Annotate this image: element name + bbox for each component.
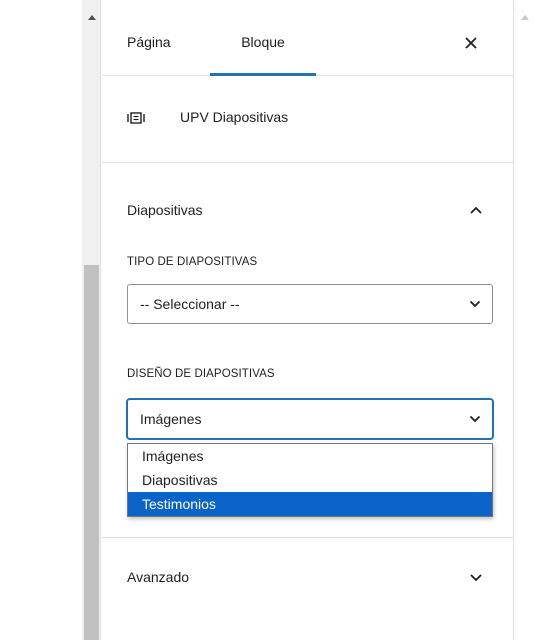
close-icon [465, 37, 477, 49]
chevron-down-icon [468, 297, 482, 311]
slides-design-dropdown: Imágenes Diapositivas Testimonios [127, 443, 493, 517]
chevron-down-icon [466, 567, 486, 587]
advanced-panel-toggle[interactable]: Avanzado [102, 539, 514, 619]
chevron-down-icon [468, 412, 482, 426]
editor-canvas-edge [0, 0, 82, 640]
tab-block[interactable]: Bloque [210, 9, 316, 75]
slides-icon [127, 109, 145, 127]
slides-panel: Diapositivas TIPO DE DIAPOSITIVAS -- Sel… [102, 163, 514, 538]
scroll-up-arrow-icon[interactable] [82, 10, 101, 24]
slides-type-select[interactable]: -- Seleccionar -- [127, 284, 493, 324]
scroll-up-arrow-icon[interactable] [515, 10, 534, 24]
dropdown-option-slides[interactable]: Diapositivas [128, 468, 492, 492]
sidebar-scrollbar[interactable] [515, 0, 534, 640]
block-title: UPV Diapositivas [180, 109, 289, 125]
slides-type-label: TIPO DE DIAPOSITIVAS [127, 256, 258, 268]
advanced-panel-title: Avanzado [127, 569, 190, 585]
block-card: UPV Diapositivas [102, 76, 514, 163]
slides-design-label: DISEÑO DE DIAPOSITIVAS [127, 368, 275, 380]
slides-design-select[interactable]: Imágenes [127, 399, 493, 439]
dropdown-option-images[interactable]: Imágenes [128, 444, 492, 468]
sidebar-tabs: Página Bloque [102, 9, 514, 76]
slides-type-value: -- Seleccionar -- [140, 296, 240, 312]
slides-design-value: Imágenes [140, 411, 202, 427]
slides-panel-toggle[interactable]: Diapositivas [102, 163, 514, 255]
canvas-scrollbar[interactable] [82, 0, 101, 640]
tab-page[interactable]: Página [127, 9, 195, 75]
slides-panel-title: Diapositivas [127, 202, 203, 218]
settings-sidebar: Página Bloque UPV Diapositivas Diapositi… [102, 0, 514, 640]
dropdown-option-testimonials[interactable]: Testimonios [128, 492, 492, 516]
close-sidebar-button[interactable] [457, 29, 485, 57]
chevron-up-icon [466, 200, 486, 220]
scrollbar-thumb[interactable] [84, 265, 99, 640]
